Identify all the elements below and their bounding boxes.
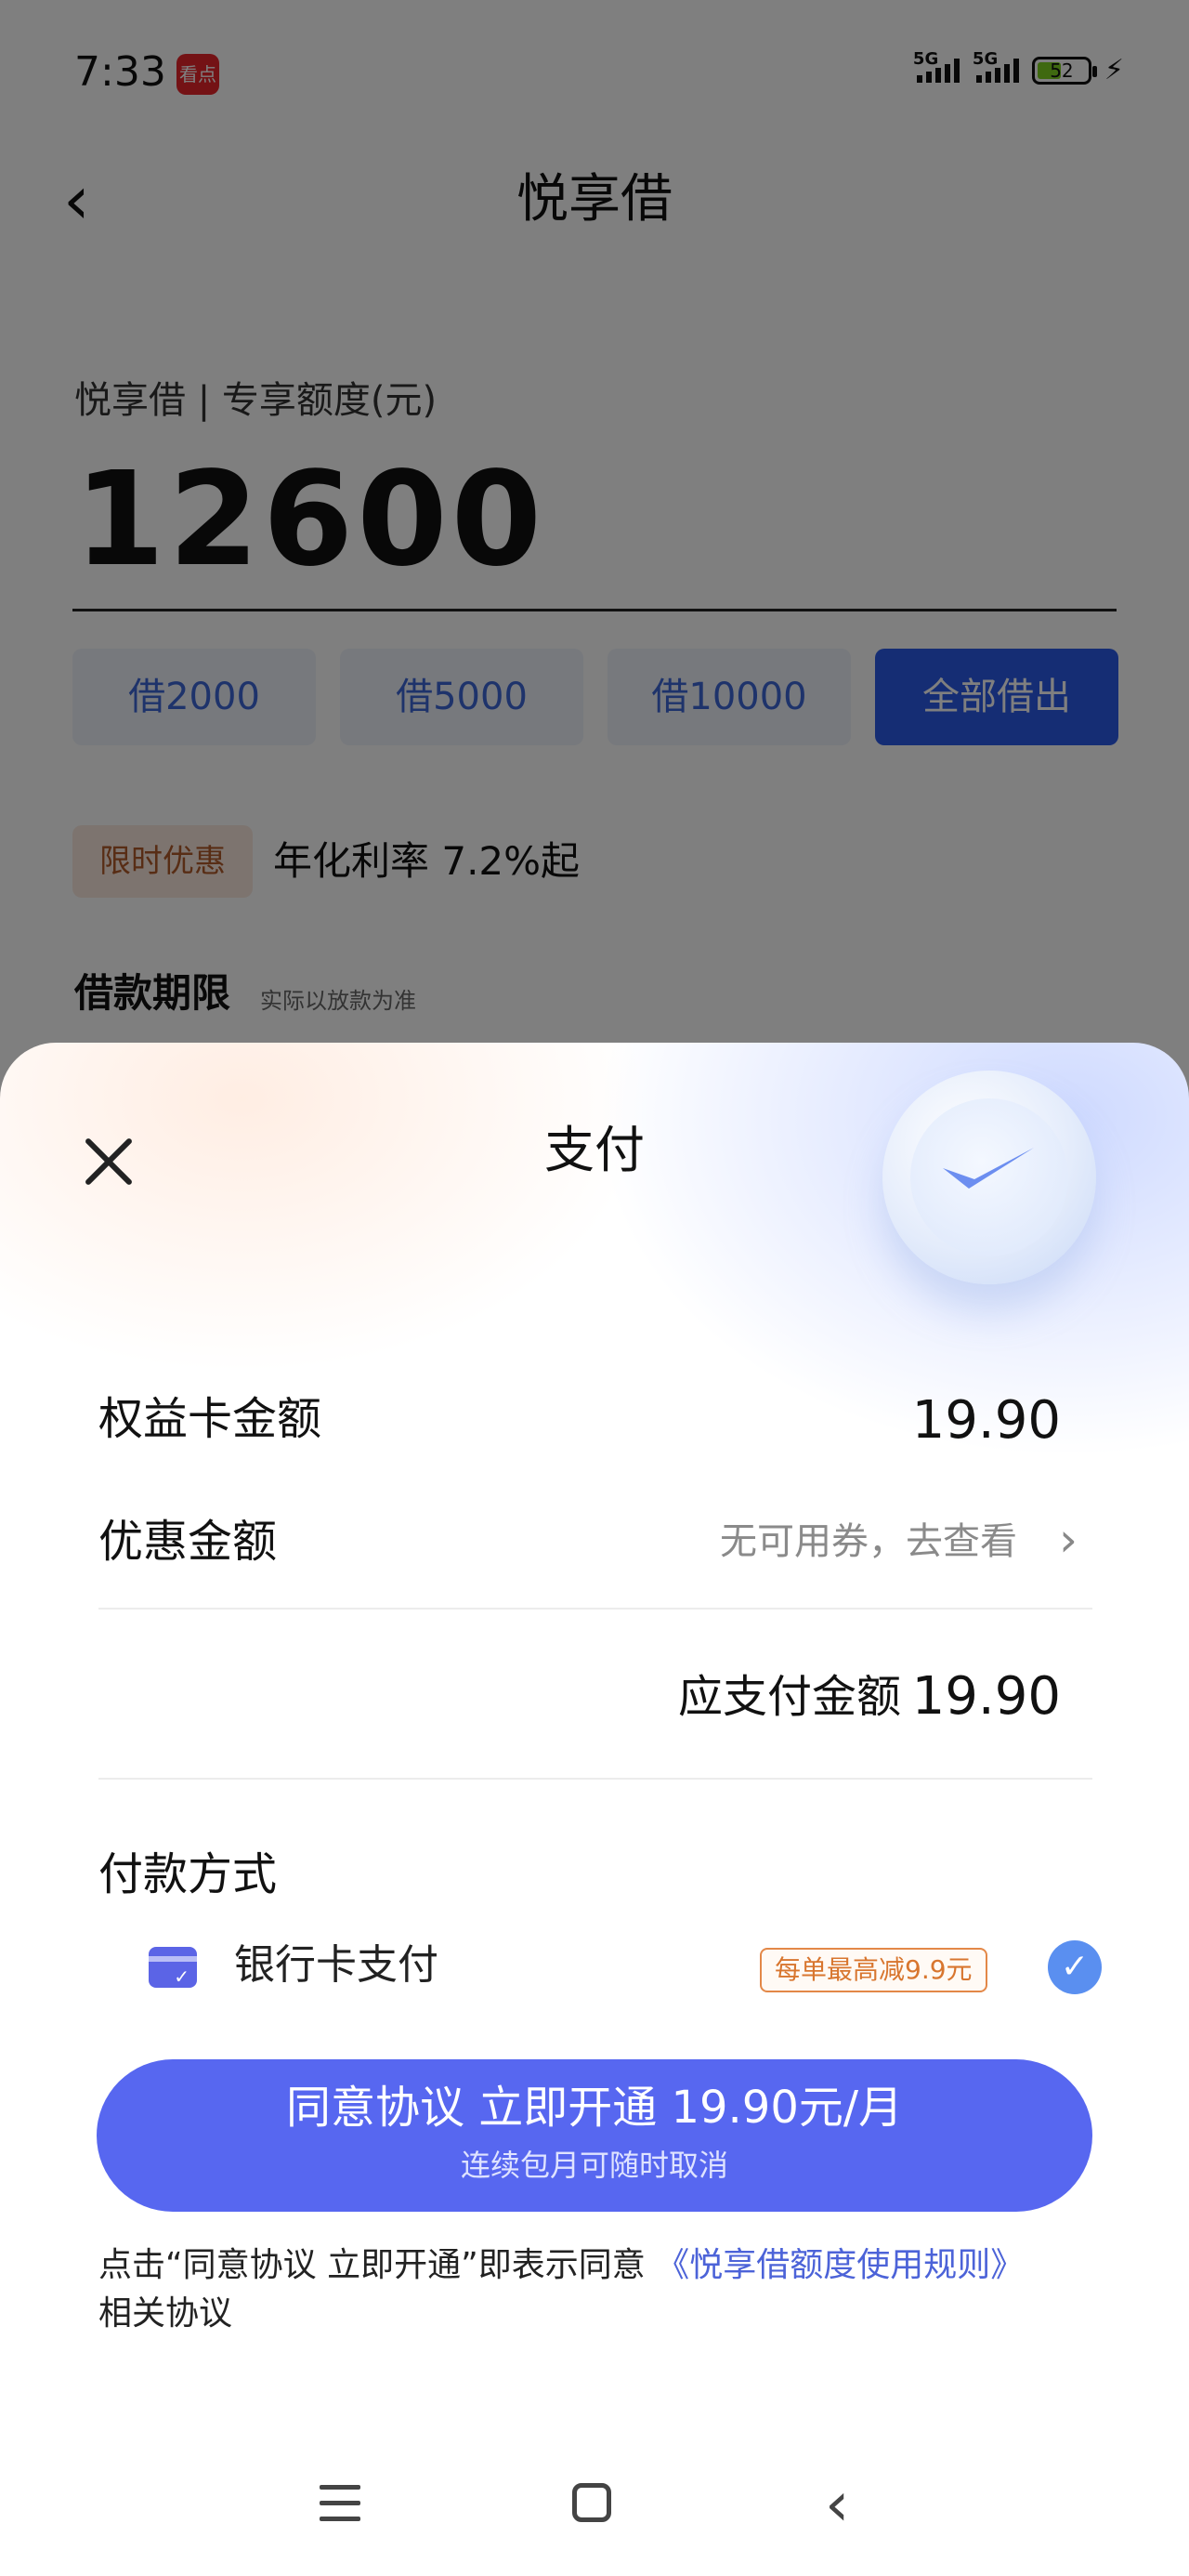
agreement-link[interactable]: 《悦享借额度使用规则》 <box>656 2246 1024 2284</box>
card-amount-value: 19.90 <box>911 1390 1061 1451</box>
divider <box>98 1608 1092 1610</box>
payable-value: 19.90 <box>911 1666 1061 1727</box>
home-icon[interactable] <box>572 2483 611 2522</box>
cta-sub-label: 连续包月可随时取消 <box>460 2148 728 2183</box>
agreement-suffix: 相关协议 <box>98 2294 233 2333</box>
cta-main-label: 同意协议 立即开通 19.90元/月 <box>285 2082 904 2134</box>
back-icon[interactable]: ‹ <box>825 2472 849 2537</box>
agreement-prefix: 点击“同意协议 立即开通”即表示同意 <box>98 2246 646 2284</box>
system-navigation-bar: ‹ <box>0 2437 1189 2576</box>
agree-and-activate-button[interactable]: 同意协议 立即开通 19.90元/月 连续包月可随时取消 <box>97 2059 1092 2212</box>
agreement-text: 点击“同意协议 立即开通”即表示同意 《悦享借额度使用规则》 相关协议 <box>98 2241 1102 2338</box>
menu-icon[interactable] <box>320 2485 360 2522</box>
payment-method-title: 付款方式 <box>98 1848 278 1900</box>
discount-label: 优惠金额 <box>98 1516 278 1568</box>
bank-card-icon <box>149 1947 197 1988</box>
coupon-link[interactable]: 无可用券，去查看 <box>720 1509 1017 1574</box>
bank-card-option[interactable]: 银行卡支付 <box>234 1933 438 1998</box>
divider <box>98 1778 1092 1780</box>
discount-tag: 每单最高减9.9元 <box>760 1948 987 1992</box>
selected-check-icon[interactable]: ✓ <box>1048 1940 1102 1994</box>
checkmark-badge-icon <box>882 1071 1096 1284</box>
payable-label: 应支付金额 <box>677 1671 901 1723</box>
card-amount-label: 权益卡金额 <box>98 1393 322 1445</box>
chevron-right-icon[interactable]: › <box>1059 1507 1078 1572</box>
payment-sheet: 支付 权益卡金额 19.90 优惠金额 无可用券，去查看 › 应支付金额 19.… <box>0 1043 1189 2576</box>
